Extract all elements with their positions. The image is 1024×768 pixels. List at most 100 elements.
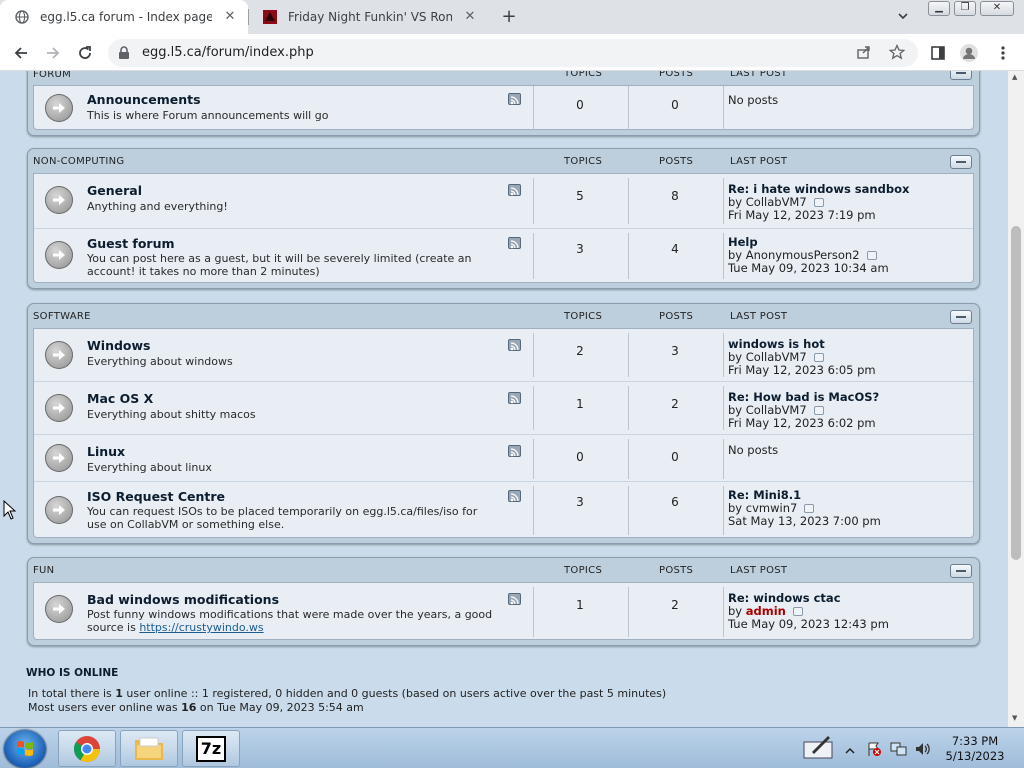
forum-row-bad-windows-mods: Bad windows modifications Post funny win… xyxy=(34,583,973,641)
minimize-icon[interactable]: ▁ xyxy=(928,1,950,16)
forum-read-arrow-icon xyxy=(45,241,73,269)
start-orb-windows-icon[interactable] xyxy=(4,730,46,768)
forum-description: You can request ISOs to be placed tempor… xyxy=(87,505,478,531)
forum-title-link[interactable]: General xyxy=(87,183,142,198)
posts-count: 0 xyxy=(671,98,679,112)
profile-avatar-icon[interactable] xyxy=(956,40,982,66)
forum-title-link[interactable]: Bad windows modifications xyxy=(87,592,279,607)
scroll-thumb[interactable] xyxy=(1011,226,1021,560)
scroll-down-arrow-icon[interactable]: ▼ xyxy=(1012,714,1017,722)
view-latest-post-icon[interactable] xyxy=(813,353,824,362)
col-last-post-header: LAST POST xyxy=(730,156,788,167)
share-icon[interactable] xyxy=(856,44,874,62)
forum-title-link[interactable]: Mac OS X xyxy=(87,391,153,406)
new-tab-icon[interactable]: + xyxy=(498,6,520,28)
forum-title-link[interactable]: Windows xyxy=(87,338,151,353)
author-link[interactable]: AnonymousPerson2 xyxy=(746,248,860,262)
author-link[interactable]: CollabVM7 xyxy=(746,350,807,364)
col-topics-header: TOPICS xyxy=(564,71,603,79)
column-divider xyxy=(723,486,724,535)
last-post-title-link[interactable]: Re: Mini8.1 xyxy=(728,488,801,502)
online-count: 1 xyxy=(115,687,123,700)
last-post-author: by CollabVM7 xyxy=(728,403,824,417)
category-title[interactable]: SOFTWARE xyxy=(33,311,91,322)
scroll-up-arrow-icon[interactable]: ▲ xyxy=(1012,73,1017,81)
rss-feed-icon[interactable] xyxy=(508,445,521,457)
forum-title-link[interactable]: Announcements xyxy=(87,92,201,107)
rss-feed-icon[interactable] xyxy=(508,184,521,196)
show-hidden-icons-icon[interactable] xyxy=(845,741,855,760)
column-divider xyxy=(723,178,724,224)
volume-speaker-icon[interactable] xyxy=(914,741,932,761)
crustywindo-link[interactable]: https://crustywindo.ws xyxy=(139,621,263,634)
rss-feed-icon[interactable] xyxy=(508,237,521,249)
system-clock[interactable]: 7:33 PM 5/13/2023 xyxy=(940,734,1010,764)
bookmark-star-icon[interactable] xyxy=(888,43,907,62)
tab-fnf[interactable]: Friday Night Funkin' VS Ronnie M ✕ xyxy=(248,0,488,34)
column-divider xyxy=(628,86,629,131)
forum-title-link[interactable]: Guest forum xyxy=(87,236,175,251)
tab-search-chevron-icon[interactable] xyxy=(896,8,914,26)
action-center-flag-icon[interactable] xyxy=(866,741,882,761)
collapse-category-button[interactable] xyxy=(950,564,972,578)
column-divider xyxy=(723,386,724,430)
last-post-title-link[interactable]: Re: How bad is MacOS? xyxy=(728,390,879,404)
last-post-title-link[interactable]: windows is hot xyxy=(728,337,825,351)
view-latest-post-icon[interactable] xyxy=(813,198,824,207)
close-window-icon[interactable]: ✕ xyxy=(980,1,1014,16)
7zip-icon[interactable]: 7z xyxy=(182,730,240,767)
author-link[interactable]: CollabVM7 xyxy=(746,195,807,209)
tab-forum-index[interactable]: egg.l5.ca forum - Index page ✕ xyxy=(0,0,248,34)
posts-count: 0 xyxy=(671,450,679,464)
back-icon[interactable] xyxy=(8,40,34,66)
rss-feed-icon[interactable] xyxy=(508,490,521,502)
tab-close-icon[interactable]: ✕ xyxy=(462,9,478,25)
collapse-category-button[interactable] xyxy=(950,310,972,324)
chrome-icon[interactable] xyxy=(58,730,116,767)
online-users-summary: In total there is 1 user online :: 1 reg… xyxy=(28,687,666,700)
category-forum: FORUM TOPICS POSTS LAST POST Announcemen… xyxy=(27,71,980,136)
forum-title-link[interactable]: ISO Request Centre xyxy=(87,489,225,504)
pen-tablet-tray-icon[interactable] xyxy=(802,732,834,764)
category-title[interactable]: FUN xyxy=(33,565,54,576)
reload-icon[interactable] xyxy=(72,40,98,66)
menu-kebab-icon[interactable] xyxy=(990,40,1016,66)
category-title[interactable]: FORUM xyxy=(33,71,71,80)
collapse-category-button[interactable] xyxy=(950,155,972,169)
network-icon[interactable] xyxy=(890,741,908,761)
view-latest-post-icon[interactable] xyxy=(813,406,824,415)
url-text: egg.l5.ca/forum/index.php xyxy=(142,45,314,60)
author-link[interactable]: admin xyxy=(746,604,786,618)
lock-icon[interactable] xyxy=(118,45,130,64)
rss-feed-icon[interactable] xyxy=(508,593,521,605)
rss-feed-icon[interactable] xyxy=(508,93,521,105)
last-post-date: Fri May 12, 2023 6:05 pm xyxy=(728,363,876,377)
forum-title-link[interactable]: Linux xyxy=(87,444,125,459)
last-post-title-link[interactable]: Help xyxy=(728,235,758,249)
view-latest-post-icon[interactable] xyxy=(804,504,815,513)
collapse-category-button[interactable] xyxy=(950,71,972,80)
author-link[interactable]: cvmwin7 xyxy=(746,501,798,515)
view-latest-post-icon[interactable] xyxy=(792,607,803,616)
address-bar[interactable]: egg.l5.ca/forum/index.php xyxy=(108,39,918,67)
rss-feed-icon[interactable] xyxy=(508,339,521,351)
author-link[interactable]: CollabVM7 xyxy=(746,403,807,417)
tab-close-icon[interactable]: ✕ xyxy=(222,9,238,25)
mouse-cursor-icon xyxy=(3,499,17,524)
rss-feed-icon[interactable] xyxy=(508,392,521,404)
category-non-computing: NON-COMPUTING TOPICS POSTS LAST POST Gen… xyxy=(27,148,980,289)
column-divider xyxy=(628,587,629,637)
category-header: FORUM TOPICS POSTS LAST POST xyxy=(28,71,979,86)
last-post-title-link[interactable]: Re: windows ctac xyxy=(728,591,841,605)
view-latest-post-icon[interactable] xyxy=(866,251,877,260)
page-scrollbar[interactable]: ▲ ▼ xyxy=(1008,71,1024,727)
by-label: by xyxy=(728,248,743,262)
col-posts-header: POSTS xyxy=(659,565,694,576)
category-title[interactable]: NON-COMPUTING xyxy=(33,156,124,167)
last-post-title-link[interactable]: Re: i hate windows sandbox xyxy=(728,182,909,196)
forward-icon[interactable] xyxy=(40,40,66,66)
side-panel-icon[interactable] xyxy=(925,40,951,66)
file-explorer-icon[interactable] xyxy=(120,730,178,767)
globe-icon xyxy=(14,9,30,25)
restore-icon[interactable]: ❐ xyxy=(954,1,976,16)
